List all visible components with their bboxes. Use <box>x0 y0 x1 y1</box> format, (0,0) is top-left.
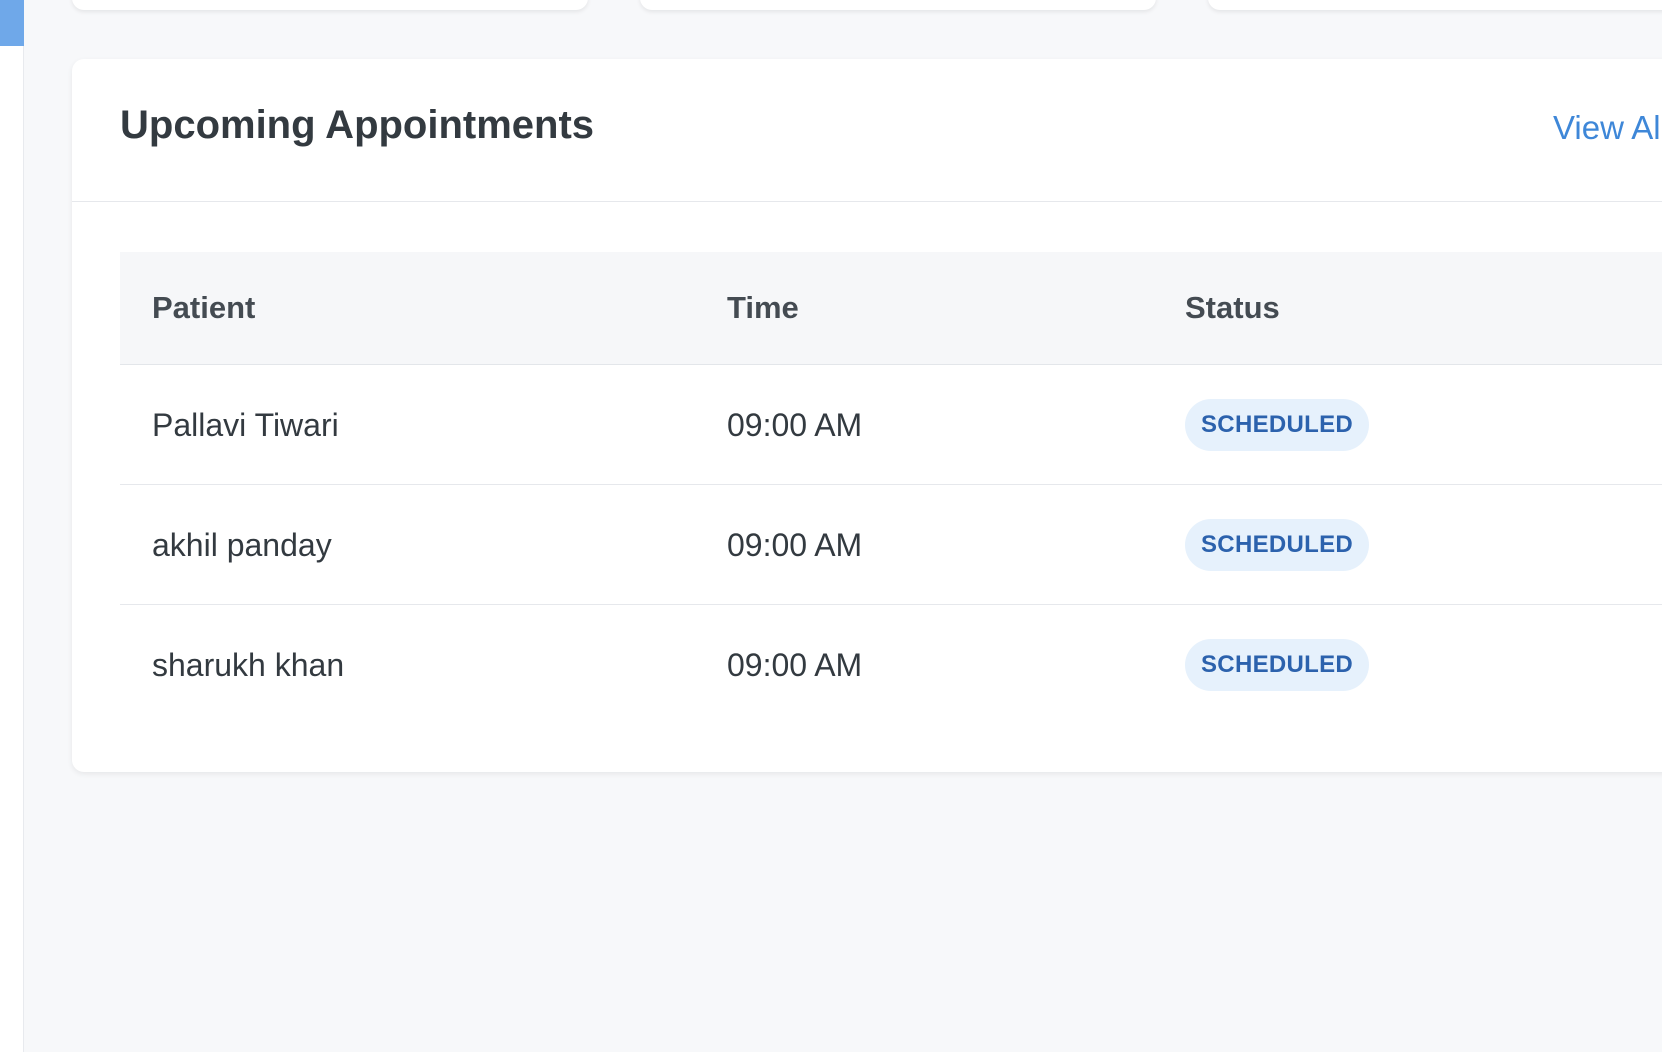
view-all-link[interactable]: View All <box>1553 109 1662 147</box>
patient-name: sharukh khan <box>152 647 345 683</box>
table-row[interactable]: akhil panday 09:00 AM SCHEDULED <box>120 485 1662 605</box>
column-header-time: Time <box>727 290 799 325</box>
table-row[interactable]: sharukh khan 09:00 AM SCHEDULED <box>120 605 1662 725</box>
table-row[interactable]: Pallavi Tiwari 09:00 AM SCHEDULED <box>120 365 1662 485</box>
card-header: Upcoming Appointments View All <box>72 59 1662 202</box>
appointment-time: 09:00 AM <box>727 527 863 563</box>
status-badge: SCHEDULED <box>1185 639 1370 691</box>
upcoming-appointments-card: Upcoming Appointments View All Patient T… <box>72 59 1662 772</box>
appointments-table: Patient Time Status Pallavi Tiwari 09:00… <box>120 252 1662 725</box>
status-badge: SCHEDULED <box>1185 519 1370 571</box>
patient-name: akhil panday <box>152 527 332 563</box>
sidebar <box>0 0 24 1052</box>
patient-name: Pallavi Tiwari <box>152 407 339 443</box>
appointment-time: 09:00 AM <box>727 407 863 443</box>
sidebar-active-indicator[interactable] <box>0 0 24 46</box>
column-header-status: Status <box>1185 290 1280 325</box>
stat-card <box>1208 0 1662 10</box>
stat-card <box>640 0 1156 10</box>
column-header-patient: Patient <box>152 290 256 325</box>
table-header-row: Patient Time Status <box>120 252 1662 365</box>
card-title: Upcoming Appointments <box>120 103 595 147</box>
status-badge: SCHEDULED <box>1185 399 1370 451</box>
appointment-time: 09:00 AM <box>727 647 863 683</box>
stat-card <box>72 0 588 10</box>
